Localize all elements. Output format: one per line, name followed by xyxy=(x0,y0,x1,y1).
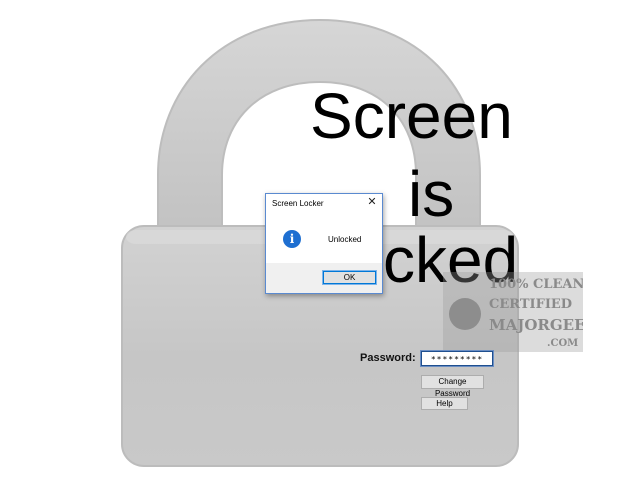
password-label: Password: xyxy=(360,352,416,364)
majorgeeks-watermark: 100% CLEAN CERTIFIED MAJORGEEKS .COM xyxy=(443,272,583,352)
help-button[interactable]: Help xyxy=(421,397,468,410)
watermark-line4: .COM xyxy=(547,338,578,349)
dialog-title: Screen Locker xyxy=(272,199,324,208)
ok-button[interactable]: OK xyxy=(322,270,377,285)
dialog-message: Unlocked xyxy=(328,235,362,244)
screen-locker-dialog: Screen Locker ✕ i Unlocked OK xyxy=(265,193,383,294)
heading-line-screen: Screen xyxy=(310,80,513,152)
watermark-line1: 100% CLEAN xyxy=(489,277,583,292)
change-password-button[interactable]: Change Password xyxy=(421,375,484,398)
info-icon: i xyxy=(283,230,301,248)
heading-line-is: is xyxy=(408,158,455,230)
close-icon[interactable]: ✕ xyxy=(366,196,378,208)
dialog-footer: OK xyxy=(266,263,382,293)
password-field[interactable]: ********* xyxy=(420,350,494,367)
info-icon-glyph: i xyxy=(289,232,295,246)
watermark-line3: MAJORGEEKS xyxy=(489,316,583,334)
watermark-line2: CERTIFIED xyxy=(489,297,572,312)
